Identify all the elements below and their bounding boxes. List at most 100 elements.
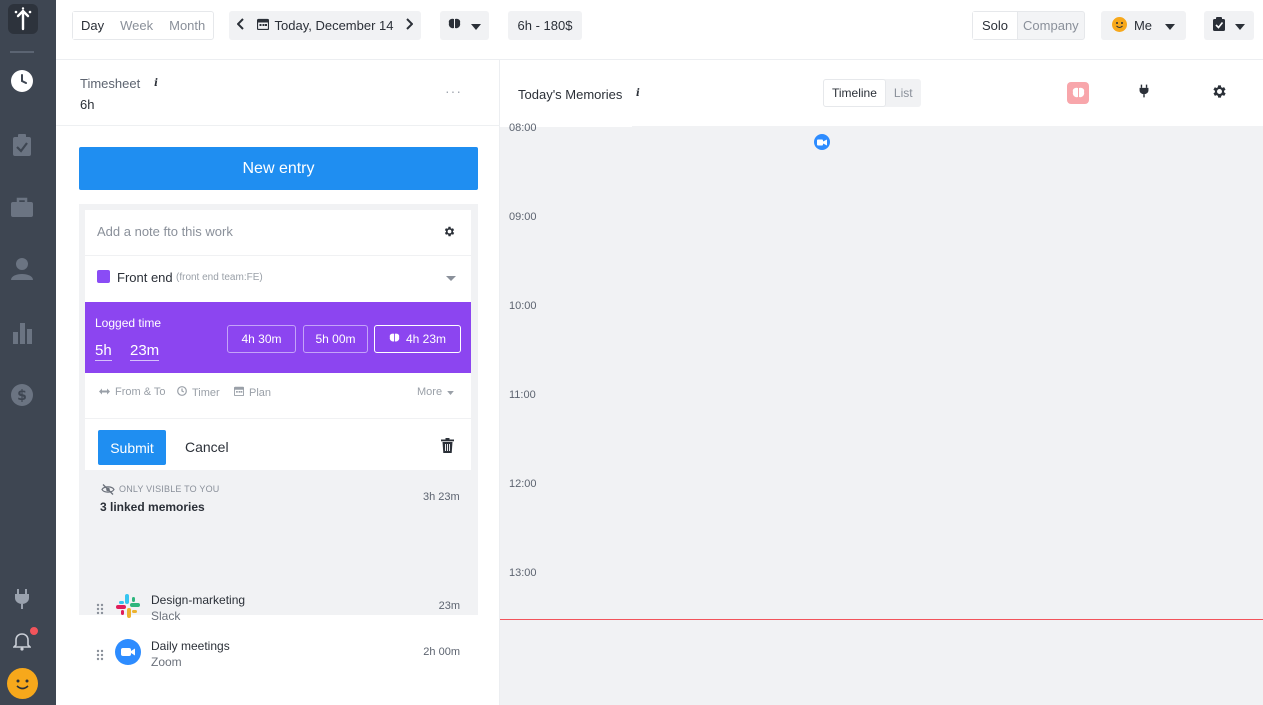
date-picker[interactable]: Today, December 14 bbox=[256, 18, 394, 33]
more-options-icon[interactable]: ··· bbox=[445, 83, 462, 99]
memories-timeline[interactable]: 08:00 09:00 10:00 11:00 12:00 13:00 bbox=[500, 122, 1263, 705]
clipboard-check-icon[interactable] bbox=[8, 131, 36, 159]
entry-card: Add a note fto this work Front end (fron… bbox=[79, 204, 478, 669]
timesheet-title: Timesheet bbox=[80, 76, 141, 91]
bar-chart-icon[interactable] bbox=[8, 318, 36, 346]
date-navigator: Today, December 14 bbox=[229, 11, 421, 40]
submit-button[interactable]: Submit bbox=[98, 430, 166, 465]
app-logo-icon[interactable] bbox=[8, 4, 38, 34]
mode-from-to[interactable]: From & To bbox=[99, 386, 166, 398]
drag-handle-icon[interactable] bbox=[96, 648, 104, 666]
gear-icon[interactable] bbox=[443, 225, 456, 243]
mode-label: From & To bbox=[115, 386, 166, 398]
logged-time-label: Logged time bbox=[95, 316, 162, 330]
tab-list[interactable]: List bbox=[886, 79, 921, 107]
summary-text: 6h - 180$ bbox=[517, 18, 573, 33]
timer-icon bbox=[177, 386, 187, 399]
hour-label: 08:00 bbox=[509, 122, 537, 134]
timesheet-panel: Timesheet i 6h ··· New entry Add a note … bbox=[56, 60, 500, 705]
scope-switcher: Solo Company bbox=[972, 11, 1085, 40]
tasks-dropdown[interactable] bbox=[1204, 11, 1254, 40]
linked-memories-title: 3 linked memories bbox=[100, 500, 205, 514]
list-item[interactable]: Design-marketing Slack 23m bbox=[79, 593, 478, 633]
memory-duration: 23m bbox=[438, 600, 460, 612]
logged-time-panel: Logged time 5h 23m 4h 30m 5h 00m 4h 23m bbox=[85, 302, 471, 373]
tab-solo[interactable]: Solo bbox=[973, 12, 1019, 39]
memories-header: Today's Memories i Timeline List bbox=[500, 60, 1263, 126]
dollar-icon[interactable]: $ bbox=[8, 381, 36, 409]
notification-badge bbox=[29, 626, 39, 636]
summary-badge[interactable]: 6h - 180$ bbox=[508, 11, 582, 40]
more-dropdown[interactable]: More bbox=[417, 386, 454, 398]
app-sidebar: $ bbox=[0, 0, 56, 705]
time-suggestion-chip[interactable]: 4h 30m bbox=[227, 325, 296, 353]
calendar-icon bbox=[233, 386, 245, 399]
user-icon[interactable] bbox=[8, 255, 36, 283]
chevron-down-icon bbox=[447, 386, 454, 398]
project-team: (front end team:FE) bbox=[176, 272, 263, 283]
project-name[interactable]: Front end bbox=[117, 270, 173, 285]
divider bbox=[85, 255, 471, 256]
tab-timeline[interactable]: Timeline bbox=[823, 79, 886, 107]
mode-timer[interactable]: Timer bbox=[177, 386, 220, 399]
user-avatar[interactable] bbox=[7, 668, 38, 699]
zoom-icon bbox=[115, 639, 141, 665]
info-icon[interactable]: i bbox=[149, 77, 163, 91]
tab-day[interactable]: Day bbox=[73, 12, 113, 39]
chevron-right-icon[interactable] bbox=[405, 18, 414, 33]
memory-source: Zoom bbox=[151, 655, 182, 669]
new-entry-button[interactable]: New entry bbox=[79, 147, 478, 190]
note-input[interactable]: Add a note fto this work bbox=[97, 224, 233, 239]
project-color-swatch bbox=[97, 270, 110, 283]
cancel-button[interactable]: Cancel bbox=[185, 439, 229, 455]
trash-icon[interactable] bbox=[441, 438, 454, 458]
user-label: Me bbox=[1133, 18, 1153, 33]
tab-month[interactable]: Month bbox=[161, 12, 213, 39]
memories-view-switcher: Timeline List bbox=[823, 79, 921, 107]
gear-icon[interactable] bbox=[1211, 83, 1228, 105]
clock-icon[interactable] bbox=[8, 67, 36, 95]
info-icon[interactable]: i bbox=[636, 88, 640, 99]
divider bbox=[85, 418, 471, 419]
svg-text:$: $ bbox=[17, 388, 27, 404]
brain-icon bbox=[448, 18, 461, 33]
brain-icon[interactable] bbox=[1067, 82, 1089, 104]
arrows-horizontal-icon bbox=[99, 386, 110, 398]
tab-week[interactable]: Week bbox=[112, 12, 161, 39]
project-dropdown-caret-icon[interactable] bbox=[446, 276, 456, 281]
entry-form: Add a note fto this work Front end (fron… bbox=[85, 210, 471, 470]
chip-label: 4h 23m bbox=[405, 332, 447, 346]
eye-off-icon bbox=[101, 482, 115, 500]
chevron-down-icon bbox=[471, 18, 481, 33]
divider bbox=[56, 125, 500, 126]
tab-company[interactable]: Company bbox=[1018, 12, 1084, 39]
briefcase-icon[interactable] bbox=[8, 193, 36, 221]
plug-icon[interactable] bbox=[1138, 84, 1150, 103]
minutes-input[interactable]: 23m bbox=[130, 342, 160, 361]
list-item[interactable]: Daily meetings Zoom 2h 00m bbox=[79, 639, 478, 679]
mode-label: Timer bbox=[192, 386, 220, 399]
mode-label: Plan bbox=[249, 386, 272, 399]
brain-filter-dropdown[interactable] bbox=[440, 11, 489, 40]
time-suggestion-chip-selected[interactable]: 4h 23m bbox=[374, 325, 461, 353]
drag-handle-icon[interactable] bbox=[96, 602, 104, 620]
zoom-icon[interactable] bbox=[814, 134, 830, 150]
hour-label: 09:00 bbox=[509, 211, 537, 223]
user-dropdown[interactable]: Me bbox=[1101, 11, 1186, 40]
memory-title: Design-marketing bbox=[151, 593, 246, 607]
clipboard-check-icon bbox=[1213, 17, 1225, 34]
visibility-note: ONLY VISIBLE TO YOU bbox=[119, 484, 220, 494]
plug-icon[interactable] bbox=[8, 585, 36, 613]
date-label: Today, December 14 bbox=[274, 18, 394, 33]
hour-label: 13:00 bbox=[509, 567, 537, 579]
linked-total: 3h 23m bbox=[423, 491, 460, 503]
memory-title: Daily meetings bbox=[151, 639, 230, 653]
time-suggestion-chip[interactable]: 5h 00m bbox=[303, 325, 368, 353]
hour-label: 11:00 bbox=[509, 389, 536, 401]
more-label: More bbox=[417, 386, 443, 398]
mode-plan[interactable]: Plan bbox=[233, 386, 272, 399]
hours-input[interactable]: 5h bbox=[95, 342, 112, 361]
chevron-left-icon[interactable] bbox=[236, 18, 245, 33]
memory-source: Slack bbox=[151, 609, 181, 623]
top-bar: Day Week Month Today, December 14 6h - 1… bbox=[56, 0, 1263, 60]
